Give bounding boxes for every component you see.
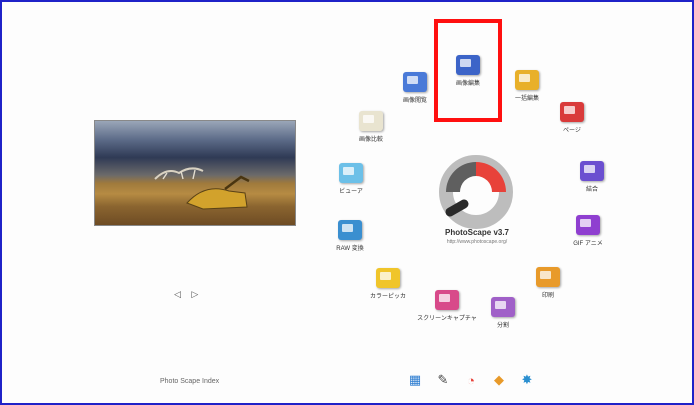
frame-viewer-button[interactable]: ビューア — [325, 163, 377, 195]
app-name: PhotoScape v3.7 — [444, 228, 510, 237]
color-picker-icon — [376, 268, 400, 288]
app-url[interactable]: http://www.photoscape.org/ — [418, 239, 536, 245]
page-icon — [560, 102, 584, 122]
raw-converter-button[interactable]: RAW 変換 — [324, 220, 376, 252]
screen-capture-icon — [435, 290, 459, 310]
photo-nav[interactable]: ◁ ▷ — [174, 289, 202, 300]
bottom-toolbar: ▦ ✎ ◔ ◆ ✸ — [404, 368, 538, 392]
highlight-box — [434, 19, 502, 122]
color-picker-button[interactable]: カラーピッカ — [362, 268, 414, 300]
print-button[interactable]: 印刷 — [522, 267, 574, 299]
photoscape-logo-icon — [439, 155, 513, 229]
print-icon — [536, 267, 560, 287]
page-button[interactable]: ページ — [546, 102, 598, 134]
photo-preview[interactable] — [94, 120, 296, 226]
splitter-button[interactable]: 分割 — [477, 297, 529, 329]
settings-icon[interactable]: ✸ — [516, 369, 538, 391]
compare-button[interactable]: 画像比較 — [345, 111, 397, 143]
excavator-illustration — [186, 175, 250, 210]
palette-icon[interactable]: ◆ — [488, 369, 510, 391]
combine-button[interactable]: 結合 — [566, 161, 618, 193]
book-icon — [359, 111, 383, 131]
gif-animation-button[interactable]: GIF アニメ — [562, 215, 614, 247]
screen-capture-button[interactable]: スクリーンキャプチャ — [414, 290, 480, 322]
app-frame: ◁ ▷ Photo Scape Index PhotoScape v3.7 ht… — [0, 0, 694, 405]
raw-icon — [338, 220, 362, 240]
tip-text: Photo Scape Index — [160, 378, 220, 385]
splitter-icon — [491, 297, 515, 317]
batch-editor-button[interactable]: 一括編集 — [501, 70, 553, 102]
combine-icon — [580, 161, 604, 181]
photoscape-small-icon[interactable]: ◔ — [460, 369, 482, 391]
gif-icon — [576, 215, 600, 235]
photo-view-icon — [403, 72, 427, 92]
pen-icon[interactable]: ✎ — [432, 369, 454, 391]
batch-icon — [515, 70, 539, 90]
photo-grid-icon[interactable]: ▦ — [404, 369, 426, 391]
frame-icon — [339, 163, 363, 183]
